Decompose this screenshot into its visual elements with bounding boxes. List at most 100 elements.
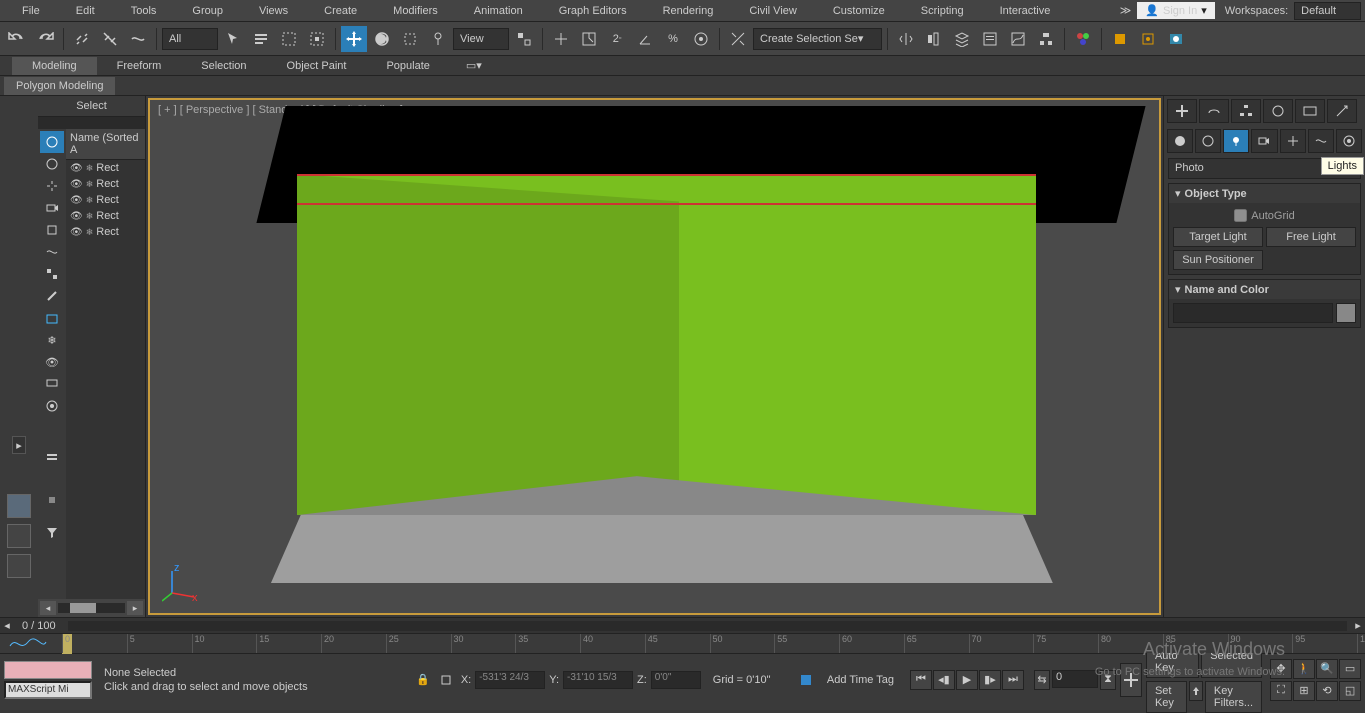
menu-views[interactable]: Views — [241, 2, 306, 20]
play-button[interactable]: ▶ — [956, 670, 978, 690]
scroll-left-button[interactable]: ◂ — [40, 601, 56, 615]
frozen-filter-icon[interactable]: ❄ — [40, 329, 64, 351]
set-key-big-button[interactable] — [1120, 663, 1142, 697]
menu-civil-view[interactable]: Civil View — [731, 2, 814, 20]
menu-interactive[interactable]: Interactive — [982, 2, 1069, 20]
snap-button[interactable]: 2▫ — [604, 26, 630, 52]
key-filters-button[interactable]: Key Filters... — [1205, 681, 1262, 713]
container-filter-icon[interactable] — [40, 307, 64, 329]
object-color-swatch[interactable] — [1336, 303, 1356, 323]
layer-explorer-button[interactable] — [977, 26, 1003, 52]
render-frame-button[interactable] — [1135, 26, 1161, 52]
tab-freeform[interactable]: Freeform — [97, 57, 182, 75]
list-item[interactable]: 👁❄Rect — [66, 160, 145, 176]
bone-filter-icon[interactable] — [40, 285, 64, 307]
named-sel-dropdown[interactable]: Create Selection Se▾ — [753, 28, 882, 50]
add-time-tag-button[interactable]: Add Time Tag — [819, 674, 902, 686]
shapes-type-icon[interactable] — [1195, 129, 1221, 153]
freeze-icon[interactable]: ❄ — [86, 227, 94, 238]
spacewarp-filter-icon[interactable] — [40, 241, 64, 263]
time-slider-track[interactable] — [68, 621, 1347, 631]
hidden-filter-icon[interactable]: 👁 — [40, 351, 64, 373]
eye-icon[interactable]: 👁 — [70, 163, 83, 174]
hierarchy-tab[interactable] — [1231, 99, 1261, 123]
render-setup-button[interactable] — [1107, 26, 1133, 52]
bind-spacewarp-button[interactable] — [125, 26, 151, 52]
rollout-header[interactable]: ▾Object Type — [1169, 184, 1360, 203]
eye-icon[interactable]: 👁 — [70, 211, 83, 222]
menu-animation[interactable]: Animation — [456, 2, 541, 20]
freeze-icon[interactable]: ❄ — [86, 211, 94, 222]
list-item[interactable]: 👁❄Rect — [66, 224, 145, 240]
refcoord-dropdown[interactable]: View — [453, 28, 509, 50]
target-light-button[interactable]: Target Light — [1173, 227, 1263, 247]
isolate-selection-icon[interactable] — [436, 667, 454, 693]
select-move-button[interactable] — [341, 26, 367, 52]
tab-modeling[interactable]: Modeling — [12, 57, 97, 75]
z-coord-input[interactable]: 0'0" — [651, 671, 701, 689]
mirror-button[interactable] — [893, 26, 919, 52]
schematic-view-button[interactable] — [1033, 26, 1059, 52]
curve-editor-button[interactable] — [1005, 26, 1031, 52]
geometry-filter-icon[interactable] — [40, 131, 64, 153]
color-swatch-2[interactable] — [7, 524, 31, 548]
orbit-button[interactable]: ⟲ — [1316, 681, 1338, 701]
zoom-all-button[interactable]: ⊞ — [1293, 681, 1315, 701]
sign-in-button[interactable]: 👤 Sign In ▾ — [1137, 2, 1214, 19]
lights-filter-icon[interactable] — [40, 175, 64, 197]
select-by-name-button[interactable] — [248, 26, 274, 52]
time-ruler[interactable]: 0510152025303540455055606570758085909510… — [0, 633, 1365, 653]
menu-edit[interactable]: Edit — [58, 2, 113, 20]
menu-group[interactable]: Group — [174, 2, 241, 20]
tab-selection[interactable]: Selection — [181, 57, 266, 75]
shapes-filter-icon[interactable] — [40, 153, 64, 175]
list-item[interactable]: 👁❄Rect — [66, 192, 145, 208]
list-view-icon[interactable] — [40, 447, 64, 469]
layers-button[interactable] — [949, 26, 975, 52]
freeze-icon[interactable]: ❄ — [86, 163, 94, 174]
list-header[interactable]: Name (Sorted A — [66, 129, 145, 160]
motion-tab[interactable] — [1263, 99, 1293, 123]
tab-populate[interactable]: Populate — [366, 57, 449, 75]
systems-type-icon[interactable] — [1336, 129, 1362, 153]
next-frame-button[interactable]: ▮▸ — [979, 670, 1001, 690]
scroll-thumb[interactable] — [70, 603, 96, 613]
polygon-modeling-button[interactable]: Polygon Modeling — [4, 77, 115, 95]
maxscript-input[interactable] — [4, 681, 92, 699]
menu-customize[interactable]: Customize — [815, 2, 903, 20]
pivot-button[interactable] — [511, 26, 537, 52]
unlink-button[interactable] — [97, 26, 123, 52]
selection-filter-dropdown[interactable]: All — [162, 28, 218, 50]
redo-button[interactable] — [32, 26, 58, 52]
pan-view-button[interactable]: ✥ — [1270, 659, 1292, 679]
time-config-button[interactable]: ⧗ — [1100, 670, 1116, 690]
list-scrollbar[interactable]: ◂ ▸ — [38, 599, 145, 617]
link-button[interactable] — [69, 26, 95, 52]
workspaces-dropdown[interactable]: Default — [1294, 2, 1361, 20]
mini-curve-icon[interactable] — [8, 636, 48, 650]
modify-tab[interactable] — [1199, 99, 1229, 123]
select-place-button[interactable] — [425, 26, 451, 52]
tab-object-paint[interactable]: Object Paint — [267, 57, 367, 75]
perspective-viewport[interactable]: [ + ] [ Perspective ] [ Standard ] [ Def… — [148, 98, 1161, 615]
color-swatch-3[interactable] — [7, 554, 31, 578]
freeze-icon[interactable]: ❄ — [86, 179, 94, 190]
keyboard-shortcut-button[interactable] — [576, 26, 602, 52]
list-item[interactable]: 👁❄Rect — [66, 176, 145, 192]
filter-menu-icon[interactable] — [40, 521, 64, 543]
list-item[interactable]: 👁❄Rect — [66, 208, 145, 224]
eye-icon[interactable]: 👁 — [70, 195, 83, 206]
sun-positioner-button[interactable]: Sun Positioner — [1173, 250, 1263, 270]
zoom-extents-button[interactable]: ⛶ — [1270, 681, 1292, 701]
eye-icon[interactable]: 👁 — [70, 179, 83, 190]
x-coord-input[interactable]: -531'3 24/3 — [475, 671, 545, 689]
key-mode-icon[interactable]: ⇆ — [1034, 670, 1050, 690]
script-output-box[interactable] — [4, 661, 92, 679]
material-editor-button[interactable] — [1070, 26, 1096, 52]
key-filters-icon[interactable] — [1189, 681, 1203, 701]
menu-file[interactable]: File — [4, 2, 58, 20]
menu-scripting[interactable]: Scripting — [903, 2, 982, 20]
geometry-type-icon[interactable] — [1167, 129, 1193, 153]
eye-icon[interactable]: 👁 — [70, 227, 83, 238]
misc-filter-icon[interactable] — [40, 395, 64, 417]
